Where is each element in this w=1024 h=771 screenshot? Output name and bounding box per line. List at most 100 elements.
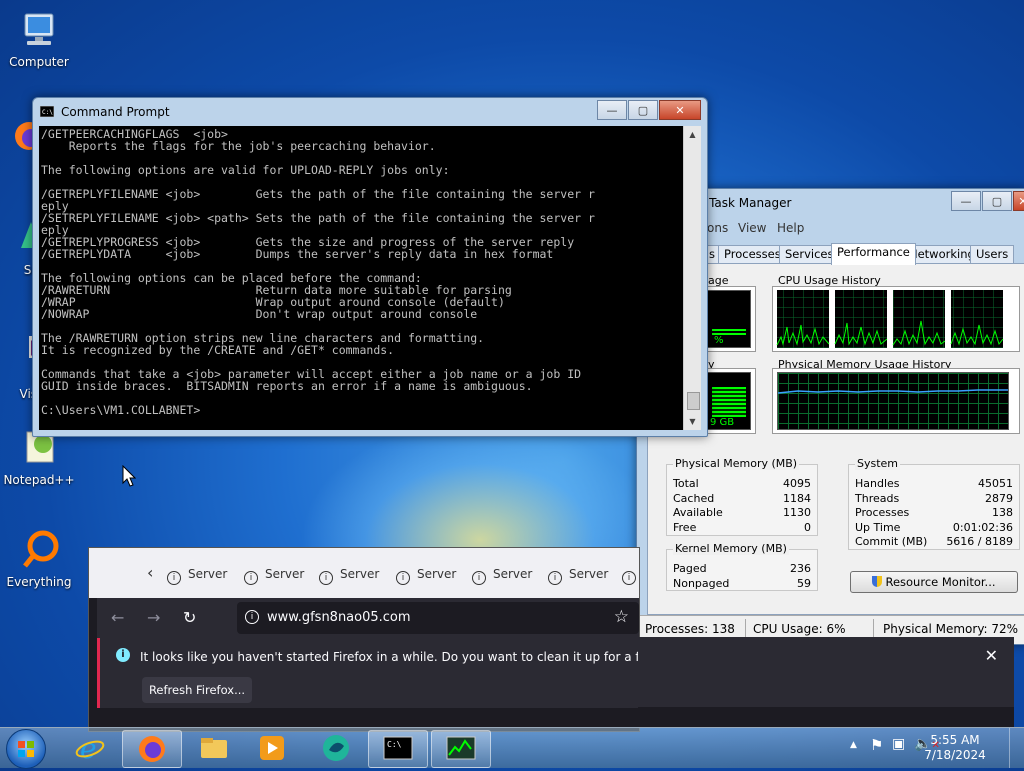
firefox-tab[interactable]: i Server bbox=[472, 567, 532, 585]
cpu-usage-value: % bbox=[714, 335, 724, 346]
system-tray: ▲ ⚑ ▣ 🔈✕ 5:55 AM 7/18/2024 bbox=[834, 728, 1024, 768]
info-icon: i bbox=[396, 571, 410, 585]
forward-arrow-icon[interactable]: → bbox=[147, 608, 160, 627]
command-prompt-titlebar[interactable]: C:\ Command Prompt — ▢ ✕ bbox=[33, 98, 707, 126]
firefox-tab[interactable]: i Server bbox=[167, 567, 227, 585]
scroll-thumb[interactable] bbox=[687, 392, 700, 410]
info-icon: i bbox=[472, 571, 486, 585]
stat-value: 138 bbox=[992, 506, 1013, 519]
folder-icon bbox=[201, 738, 227, 758]
cpu-history-graphs bbox=[776, 290, 1004, 348]
bookmark-star-icon[interactable]: ☆ bbox=[614, 607, 629, 627]
cmd-icon: C:\ bbox=[383, 736, 413, 760]
scroll-up-icon[interactable]: ▲ bbox=[684, 126, 701, 143]
tab-scroll-left-icon[interactable]: ‹ bbox=[147, 563, 153, 582]
media-player-icon bbox=[260, 736, 284, 760]
close-button[interactable]: ✕ bbox=[659, 100, 701, 120]
start-button[interactable] bbox=[6, 729, 46, 769]
reload-icon[interactable]: ↻ bbox=[183, 608, 196, 627]
stat-value: 5616 / 8189 bbox=[946, 535, 1013, 548]
firefox-tab[interactable]: i Server bbox=[396, 567, 456, 585]
console-line: /GETREPLYDATA <job> Dumps the server's r… bbox=[41, 247, 554, 261]
desktop-icon-computer[interactable]: Computer bbox=[0, 10, 78, 69]
menu-help[interactable]: Help bbox=[777, 221, 804, 235]
memory-history-line bbox=[778, 389, 1008, 394]
scroll-down-icon[interactable]: ▼ bbox=[684, 413, 701, 430]
taskbar-app[interactable] bbox=[307, 730, 365, 766]
desktop-icon-everything[interactable]: Everything bbox=[0, 530, 78, 589]
stat-label: Total bbox=[673, 477, 699, 490]
firefox-tab-strip: ‹ i Server i Server i Server i Server i Serve… bbox=[89, 548, 639, 598]
close-button[interactable]: ✕ bbox=[1013, 191, 1024, 211]
taskbar-ie[interactable]: e bbox=[61, 730, 119, 766]
resource-monitor-button[interactable]: Resource Monitor... bbox=[850, 571, 1018, 593]
svg-text:C:\: C:\ bbox=[387, 740, 402, 749]
url-bar[interactable]: i www.gfsn8nao05.com ☆ bbox=[237, 602, 639, 634]
stat-label: Commit (MB) bbox=[855, 535, 928, 548]
taskbar: e C:\ ▲ ⚑ ▣ 🔈✕ 5:55 AM 7/18/2024 bbox=[0, 727, 1024, 769]
back-arrow-icon[interactable]: ← bbox=[111, 608, 124, 627]
tab-users[interactable]: Users bbox=[970, 245, 1015, 264]
status-divider bbox=[873, 619, 874, 639]
stat-value: 236 bbox=[790, 562, 811, 575]
taskbar-explorer[interactable] bbox=[185, 730, 243, 766]
menu-options[interactable]: ons bbox=[707, 221, 728, 235]
refresh-firefox-button[interactable]: Refresh Firefox... bbox=[142, 677, 252, 703]
clock[interactable]: 5:55 AM 7/18/2024 bbox=[920, 733, 990, 763]
console-line: The following options are valid for UPLO… bbox=[41, 163, 450, 177]
info-icon: i bbox=[548, 571, 562, 585]
group-title: Kernel Memory (MB) bbox=[673, 542, 789, 555]
desktop-icon-label: Everything bbox=[6, 575, 72, 589]
firefox-tab[interactable]: i Server bbox=[244, 567, 304, 585]
resource-monitor-label: Resource Monitor... bbox=[885, 575, 996, 589]
stat-label: Processes bbox=[855, 506, 910, 519]
desktop-icon-label: Computer bbox=[9, 55, 69, 69]
action-center-flag-icon[interactable]: ⚑ bbox=[870, 736, 883, 754]
stat-value: 2879 bbox=[985, 492, 1013, 505]
menu-view[interactable]: View bbox=[738, 221, 766, 235]
console-line: Reports the flags for the job's peercach… bbox=[41, 139, 436, 153]
minimize-button[interactable]: — bbox=[597, 100, 627, 120]
firefox-nav-bar: ← → ↻ i www.gfsn8nao05.com ☆ bbox=[97, 598, 639, 638]
firefox-tab[interactable]: i Server bbox=[548, 567, 608, 585]
close-icon[interactable]: ✕ bbox=[985, 646, 998, 665]
minimize-button[interactable]: — bbox=[951, 191, 981, 211]
tab-label: Server bbox=[417, 567, 457, 581]
firefox-window[interactable]: ‹ i Server i Server i Server i Server i Serve… bbox=[88, 547, 995, 732]
internet-explorer-icon: e bbox=[75, 732, 105, 764]
console-line: /NOWRAP Don't wrap output around console bbox=[41, 307, 478, 321]
taskbar-firefox[interactable] bbox=[122, 730, 182, 768]
stat-label: Handles bbox=[855, 477, 900, 490]
window-title: Command Prompt bbox=[61, 105, 170, 119]
maximize-button[interactable]: ▢ bbox=[628, 100, 658, 120]
tab-label: Server bbox=[188, 567, 228, 581]
clock-date: 7/18/2024 bbox=[924, 748, 986, 762]
kernel-memory-group: Kernel Memory (MB) Paged 236 Nonpaged 59 bbox=[666, 542, 818, 591]
firefox-tab[interactable]: i bbox=[622, 567, 643, 585]
site-info-icon[interactable]: i bbox=[245, 610, 259, 624]
clock-time: 5:55 AM bbox=[930, 733, 980, 747]
console-area[interactable]: /GETPEERCACHINGFLAGS <job> Reports the f… bbox=[39, 126, 701, 430]
stat-label: Up Time bbox=[855, 521, 901, 534]
taskbar-media-player[interactable] bbox=[243, 730, 301, 766]
info-icon: i bbox=[622, 571, 636, 585]
windows-logo-icon bbox=[18, 741, 34, 757]
command-prompt-window[interactable]: C:\ Command Prompt — ▢ ✕ /GETPEERCACHING… bbox=[32, 97, 708, 437]
tab-performance[interactable]: Performance bbox=[831, 243, 916, 265]
status-cpu: CPU Usage: 6% bbox=[753, 622, 846, 636]
info-icon: i bbox=[167, 571, 181, 585]
console-scrollbar[interactable]: ▲ ▼ bbox=[683, 126, 701, 430]
taskbar-task-manager[interactable] bbox=[431, 730, 491, 768]
stat-label: Nonpaged bbox=[673, 577, 730, 590]
info-icon: i bbox=[244, 571, 258, 585]
tab-processes[interactable]: Processes bbox=[718, 245, 787, 264]
firefox-tab[interactable]: i Server bbox=[319, 567, 379, 585]
maximize-button[interactable]: ▢ bbox=[982, 191, 1012, 211]
taskbar-command-prompt[interactable]: C:\ bbox=[368, 730, 428, 768]
network-icon[interactable]: ▣ bbox=[892, 736, 905, 752]
console-line: C:\Users\VM1.COLLABNET> bbox=[41, 403, 201, 417]
cpu-core-graph bbox=[892, 290, 946, 348]
tray-expand-icon[interactable]: ▲ bbox=[850, 740, 857, 750]
cpu-core-graph bbox=[776, 290, 830, 348]
show-desktop-button[interactable] bbox=[1009, 728, 1024, 768]
